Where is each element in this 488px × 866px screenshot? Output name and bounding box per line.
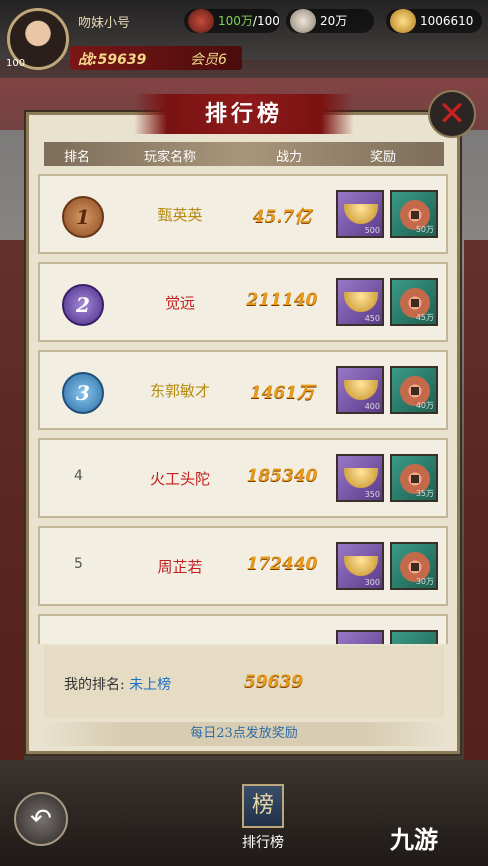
table-row[interactable]: 3 东郭敏才 1461万 400 40万 <box>38 350 448 430</box>
skull-token-icon <box>290 9 316 33</box>
power-cell: 172440 <box>246 554 318 574</box>
header-rank: 排名 <box>64 150 91 165</box>
power-cell: 45.7亿 <box>252 207 312 227</box>
reward-ingot[interactable]: 350 <box>336 454 384 502</box>
back-button[interactable]: ↶ <box>14 792 68 846</box>
reward-qty: 300 <box>364 578 380 587</box>
stamina-value: 100万 <box>218 14 253 28</box>
header-reward: 奖励 <box>370 150 397 165</box>
stamina-max: /100 <box>252 14 280 28</box>
table-row[interactable]: 1 甄英英 45.7亿 500 50万 <box>38 174 448 254</box>
reward-qty: 50万 <box>415 225 434 234</box>
token-value: 20万 <box>320 14 348 28</box>
player-name-cell: 火工头陀 <box>149 470 210 488</box>
player-name-cell: 觉远 <box>164 294 195 312</box>
player-name-cell: 甄英英 <box>157 206 203 224</box>
gold-ingot-icon <box>344 468 378 488</box>
player-name: 吻妹小号 <box>78 16 131 31</box>
reward-ingot[interactable]: 450 <box>336 278 384 326</box>
reward-coin[interactable]: 45万 <box>390 278 438 326</box>
reward-time-note: 每日23点发放奖励 <box>40 722 448 746</box>
top-hud: 100 吻妹小号 战:59639 会员6 100万/100 20万 100661… <box>0 0 488 78</box>
leaderboard-tab[interactable]: 榜 排行榜 <box>232 784 294 862</box>
table-row[interactable]: 4 火工头陀 185340 350 35万 <box>38 438 448 518</box>
reward-ingot[interactable]: 500 <box>336 190 384 238</box>
rank-number: 5 <box>74 556 83 572</box>
table-row[interactable] <box>38 614 448 644</box>
resource-gold[interactable]: 1006610 <box>386 9 482 33</box>
back-arrow-icon: ↶ <box>30 804 52 834</box>
my-power: 59639 <box>244 672 304 692</box>
gold-ingot-icon <box>344 204 378 224</box>
reward-coin[interactable]: 50万 <box>390 190 438 238</box>
resource-token[interactable]: 20万 <box>286 9 374 33</box>
player-power: 战:59639 <box>78 52 147 68</box>
leaderboard-icon: 榜 <box>242 784 284 828</box>
reward-ingot[interactable]: 400 <box>336 366 384 414</box>
gold-value: 1006610 <box>420 14 474 28</box>
reward-qty: 30万 <box>415 577 434 586</box>
my-rank-area: 我的排名: 未上榜 59639 <box>44 646 444 718</box>
header-player: 玩家名称 <box>144 150 197 165</box>
table-header: 排名 玩家名称 战力 奖励 <box>44 142 444 166</box>
gold-medal-icon: 1 <box>62 196 104 238</box>
reward-qty: 35万 <box>415 489 434 498</box>
reward-qty: 350 <box>364 490 380 499</box>
my-rank-text: 我的排名: 未上榜 <box>64 674 171 694</box>
header-power: 战力 <box>276 150 303 165</box>
reward-qty: 40万 <box>415 401 434 410</box>
table-row[interactable]: 2 觉远 211140 450 45万 <box>38 262 448 342</box>
reward-coin[interactable] <box>390 630 438 644</box>
resource-stamina[interactable]: 100万/100 <box>184 9 280 33</box>
gold-ingot-icon <box>344 292 378 312</box>
table-row[interactable]: 5 周芷若 172440 300 30万 <box>38 526 448 606</box>
gold-ingot-icon <box>390 9 416 33</box>
rank-number: 4 <box>74 468 83 484</box>
gold-ingot-icon <box>344 380 378 400</box>
reward-coin[interactable]: 35万 <box>390 454 438 502</box>
vip-badge[interactable]: 会员6 <box>190 49 227 69</box>
reward-qty: 400 <box>364 402 380 411</box>
player-name-cell: 周芷若 <box>157 558 203 576</box>
stamina-icon <box>188 9 214 33</box>
player-name-cell: 东郭敏才 <box>149 382 210 400</box>
background-pillar <box>464 240 488 800</box>
close-button[interactable]: ✕ <box>428 90 476 138</box>
reward-ingot[interactable]: 300 <box>336 542 384 590</box>
power-cell: 211140 <box>246 290 318 310</box>
leaderboard-tab-label: 排行榜 <box>242 835 284 851</box>
ranking-list[interactable]: 1 甄英英 45.7亿 500 50万 2 觉远 211140 450 45万 … <box>38 174 450 644</box>
my-rank-label: 我的排名: <box>64 677 125 693</box>
reward-coin[interactable]: 40万 <box>390 366 438 414</box>
reward-qty: 450 <box>364 314 380 323</box>
power-cell: 185340 <box>246 466 318 486</box>
watermark-logo: 九游 <box>390 826 438 854</box>
player-level: 100 <box>6 58 26 69</box>
reward-ingot[interactable] <box>336 630 384 644</box>
power-cell: 1461万 <box>249 383 315 403</box>
close-icon: ✕ <box>437 94 467 134</box>
panel-title: 排行榜 <box>134 94 354 134</box>
my-rank-value: 未上榜 <box>129 677 172 693</box>
gold-ingot-icon <box>344 556 378 576</box>
reward-qty: 45万 <box>415 313 434 322</box>
silver-medal-icon: 2 <box>62 284 104 326</box>
bronze-medal-icon: 3 <box>62 372 104 414</box>
reward-qty: 500 <box>364 226 380 235</box>
reward-coin[interactable]: 30万 <box>390 542 438 590</box>
background-pillar <box>0 240 24 800</box>
